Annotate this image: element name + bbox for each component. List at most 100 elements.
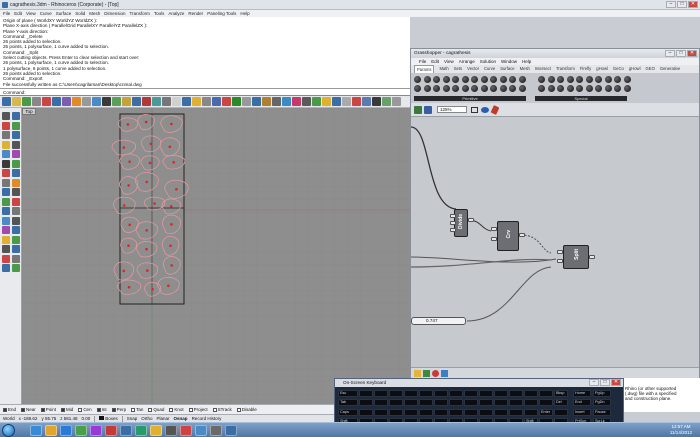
- toolbar-icon[interactable]: [92, 97, 101, 106]
- gh-crv-component[interactable]: Crv: [497, 221, 519, 251]
- tool-icon[interactable]: [2, 121, 10, 130]
- toolbar-icon[interactable]: [82, 97, 91, 106]
- toolbar-icon[interactable]: [72, 97, 81, 106]
- taskbar-app-icon[interactable]: [30, 425, 42, 436]
- gh-canvas[interactable]: Divide Crv Split 0.747: [411, 117, 699, 367]
- taskbar-app-icon[interactable]: [195, 425, 207, 436]
- osk-key[interactable]: [479, 408, 493, 416]
- osk-key[interactable]: Bksp: [554, 390, 568, 397]
- osk-key[interactable]: [419, 390, 433, 397]
- taskbar-app-icon[interactable]: [120, 425, 132, 436]
- osk-key[interactable]: [374, 399, 388, 407]
- taskbar-app-icon[interactable]: [60, 425, 72, 436]
- gh-tab[interactable]: Math: [439, 65, 448, 73]
- osk-key[interactable]: Pause: [593, 408, 611, 416]
- gh-param-icon[interactable]: [433, 76, 440, 83]
- gh-menu-item[interactable]: Help: [522, 58, 531, 65]
- tool-icon[interactable]: [2, 254, 10, 263]
- gh-divide-component[interactable]: Divide: [454, 209, 468, 237]
- gh-param-icon[interactable]: [423, 85, 431, 92]
- snap-toggle[interactable]: Snap: [127, 416, 138, 421]
- osk-key[interactable]: [524, 408, 538, 416]
- osk-key[interactable]: Caps: [338, 408, 358, 416]
- osk-key[interactable]: Tab: [338, 399, 358, 407]
- tool-icon[interactable]: [2, 112, 10, 120]
- osk-key[interactable]: Del: [554, 399, 568, 407]
- gh-menu-item[interactable]: View: [444, 58, 454, 65]
- top-viewport[interactable]: [22, 108, 410, 404]
- toolbar-icon[interactable]: [282, 97, 291, 106]
- gh-param-icon[interactable]: [471, 76, 478, 83]
- osk-key[interactable]: [434, 390, 448, 397]
- gh-port[interactable]: [491, 227, 497, 231]
- taskbar-clock[interactable]: 12:57 AM 11/14/2012: [666, 424, 696, 436]
- toolbar-icon[interactable]: [262, 97, 271, 106]
- current-layer[interactable]: Boxes: [99, 416, 118, 421]
- gh-menu-item[interactable]: Edit: [431, 58, 439, 65]
- gh-port[interactable]: [557, 250, 563, 254]
- menu-item[interactable]: Mesh: [89, 10, 100, 17]
- gh-param-icon[interactable]: [614, 85, 621, 92]
- gh-param-icon[interactable]: [538, 85, 545, 92]
- osk-key[interactable]: [389, 399, 403, 407]
- osk-key[interactable]: [494, 408, 508, 416]
- gh-param-icon[interactable]: [576, 76, 583, 83]
- menu-item[interactable]: Solid: [75, 10, 85, 17]
- menu-item[interactable]: File: [3, 10, 10, 17]
- osk-key[interactable]: [419, 408, 433, 416]
- gh-param-icon[interactable]: [414, 85, 421, 92]
- tool-icon[interactable]: [2, 178, 10, 187]
- gh-param-icon[interactable]: [480, 76, 488, 83]
- gh-tab[interactable]: Generative: [660, 65, 680, 73]
- menu-item[interactable]: Help: [240, 10, 249, 17]
- tool-icon[interactable]: [12, 112, 20, 120]
- osk-key[interactable]: Insert: [573, 408, 591, 416]
- osk-key[interactable]: [494, 390, 508, 397]
- taskbar-app-icon[interactable]: [75, 425, 87, 436]
- tool-icon[interactable]: [12, 264, 20, 272]
- tool-icon[interactable]: [2, 207, 10, 215]
- gh-param-icon[interactable]: [623, 85, 631, 92]
- menu-item[interactable]: View: [26, 10, 36, 17]
- gh-tab[interactable]: Intersect: [535, 65, 551, 73]
- osk-key[interactable]: [449, 399, 463, 407]
- osk-key[interactable]: [389, 408, 403, 416]
- gh-stop-icon[interactable]: [432, 370, 439, 377]
- gh-param-icon[interactable]: [566, 85, 574, 92]
- toolbar-icon[interactable]: [242, 97, 251, 106]
- gh-param-icon[interactable]: [480, 85, 488, 92]
- gh-param-icon[interactable]: [433, 85, 440, 92]
- osnap-project[interactable]: Project: [188, 407, 208, 412]
- toolbar-icon[interactable]: [212, 97, 221, 106]
- menu-item[interactable]: Tools: [154, 10, 165, 17]
- toolbar-icon[interactable]: [252, 97, 261, 106]
- start-button[interactable]: [2, 424, 15, 437]
- toolbar-icon[interactable]: [2, 97, 11, 106]
- toolbar-icon[interactable]: [42, 97, 51, 106]
- toolbar-icon[interactable]: [142, 97, 151, 106]
- osnap-mid[interactable]: Mid: [61, 407, 73, 412]
- osnap-near[interactable]: Near: [21, 407, 36, 412]
- osk-key[interactable]: [509, 390, 523, 397]
- osk-key[interactable]: [359, 399, 373, 407]
- tool-icon[interactable]: [12, 159, 20, 168]
- gh-param-icon[interactable]: [518, 76, 526, 83]
- taskbar-app-icon[interactable]: [165, 425, 177, 436]
- gh-tab[interactable]: Firefly: [580, 65, 591, 73]
- menu-item[interactable]: Render: [188, 10, 203, 17]
- gh-tree-icon[interactable]: [423, 370, 430, 377]
- tool-icon[interactable]: [12, 121, 20, 130]
- toolbar-icon[interactable]: [162, 97, 171, 106]
- osk-key[interactable]: [419, 399, 433, 407]
- gh-param-icon[interactable]: [509, 85, 516, 92]
- osk-key[interactable]: [524, 390, 538, 397]
- taskbar-app-icon[interactable]: [45, 425, 57, 436]
- tool-icon[interactable]: [2, 245, 10, 253]
- osk-key[interactable]: [434, 399, 448, 407]
- gh-param-icon[interactable]: [490, 76, 497, 83]
- tool-icon[interactable]: [12, 197, 20, 206]
- gh-param-icon[interactable]: [414, 76, 421, 83]
- toolbar-icon[interactable]: [152, 97, 161, 106]
- minimize-button[interactable]: –: [666, 1, 676, 8]
- gh-param-icon[interactable]: [461, 76, 469, 83]
